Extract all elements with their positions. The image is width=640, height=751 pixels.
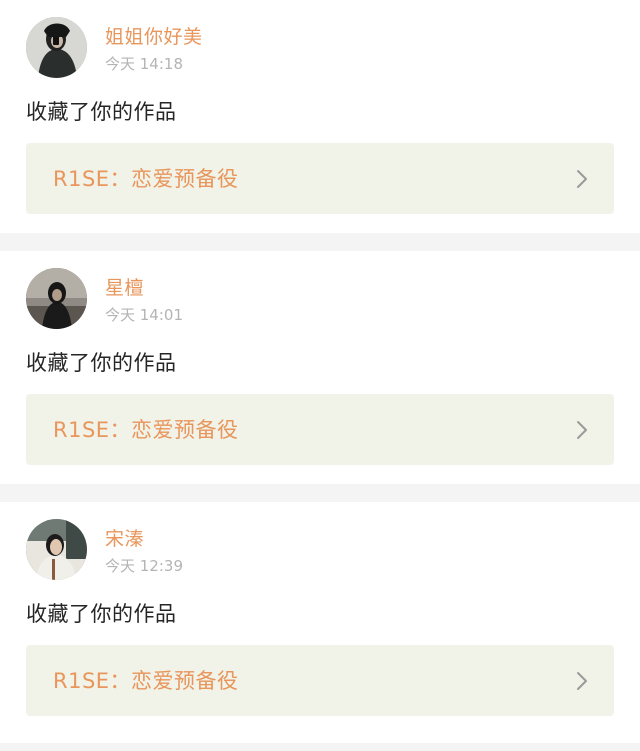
timestamp: 今天 14:18 bbox=[105, 55, 183, 73]
notification-card: 姐姐你好美 今天 14:18 收藏了你的作品 R1SE：恋爱预备役 bbox=[0, 0, 640, 233]
timestamp: 今天 14:01 bbox=[105, 306, 183, 324]
username[interactable]: 星檀 bbox=[105, 276, 183, 300]
notification-card: 星檀 今天 14:01 收藏了你的作品 R1SE：恋爱预备役 bbox=[0, 251, 640, 484]
username[interactable]: 姐姐你好美 bbox=[105, 25, 203, 49]
notification-card: 宋溱 今天 12:39 收藏了你的作品 R1SE：恋爱预备役 bbox=[0, 502, 640, 743]
user-photo-avatar-icon bbox=[26, 17, 87, 78]
user-photo-avatar-icon bbox=[26, 519, 87, 580]
notification-feed: 姐姐你好美 今天 14:18 收藏了你的作品 R1SE：恋爱预备役 星檀 今天 … bbox=[0, 0, 640, 743]
notification-meta: 星檀 今天 14:01 bbox=[105, 268, 183, 325]
work-link[interactable]: R1SE：恋爱预备役 bbox=[26, 645, 614, 716]
work-link[interactable]: R1SE：恋爱预备役 bbox=[26, 143, 614, 214]
username[interactable]: 宋溱 bbox=[105, 527, 183, 551]
chevron-right-icon bbox=[575, 168, 589, 190]
notification-meta: 姐姐你好美 今天 14:18 bbox=[105, 17, 203, 74]
action-text: 收藏了你的作品 bbox=[26, 602, 177, 626]
work-title: R1SE：恋爱预备役 bbox=[53, 417, 239, 442]
user-photo-avatar-icon bbox=[26, 268, 87, 329]
avatar[interactable] bbox=[26, 17, 87, 78]
notification-header: 宋溱 今天 12:39 bbox=[26, 519, 614, 580]
timestamp: 今天 12:39 bbox=[105, 557, 183, 575]
work-title: R1SE：恋爱预备役 bbox=[53, 166, 239, 191]
chevron-right-icon bbox=[575, 670, 589, 692]
action-text: 收藏了你的作品 bbox=[26, 351, 177, 375]
avatar[interactable] bbox=[26, 519, 87, 580]
work-title: R1SE：恋爱预备役 bbox=[53, 668, 239, 693]
work-link[interactable]: R1SE：恋爱预备役 bbox=[26, 394, 614, 465]
avatar[interactable] bbox=[26, 268, 87, 329]
notification-header: 星檀 今天 14:01 bbox=[26, 268, 614, 329]
notification-meta: 宋溱 今天 12:39 bbox=[105, 519, 183, 576]
notification-header: 姐姐你好美 今天 14:18 bbox=[26, 17, 614, 78]
chevron-right-icon bbox=[575, 419, 589, 441]
action-text: 收藏了你的作品 bbox=[26, 100, 177, 124]
